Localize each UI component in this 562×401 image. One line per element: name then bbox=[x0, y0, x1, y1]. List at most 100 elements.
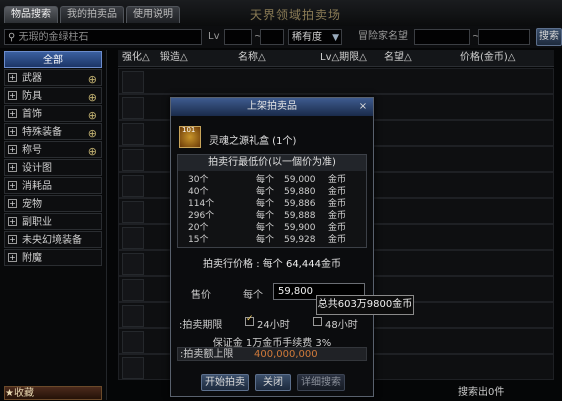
seller-max-input[interactable] bbox=[478, 29, 530, 45]
item-slot bbox=[122, 201, 144, 223]
price-row-currency: 金币 bbox=[328, 175, 347, 185]
sidebar-category-label: 未央幻境装备 bbox=[22, 235, 82, 246]
sidebar-category-label: 设计图 bbox=[22, 163, 52, 174]
sidebar-category[interactable]: + 副职业 bbox=[4, 213, 102, 230]
sidebar-category[interactable]: + 设计图 bbox=[4, 159, 102, 176]
search-button[interactable]: 搜索 bbox=[536, 28, 562, 46]
close-icon[interactable]: × bbox=[357, 100, 369, 113]
price-row-currency: 金币 bbox=[328, 187, 347, 197]
sidebar-category[interactable]: + 宠物 bbox=[4, 195, 102, 212]
sidebar-category-label: 附魔 bbox=[22, 253, 42, 264]
price-row: 40个 每个 59,880 金币 bbox=[178, 186, 366, 198]
expand-icon[interactable]: + bbox=[8, 73, 17, 82]
magnifier-icon[interactable]: ⊕ bbox=[88, 125, 97, 142]
duration-48h-checkbox[interactable] bbox=[313, 317, 322, 326]
seller-label: 冒险家名望 bbox=[358, 31, 408, 42]
chevron-down-icon: ▼ bbox=[332, 33, 339, 43]
expand-icon[interactable]: + bbox=[8, 91, 17, 100]
price-row-unit: 每个 bbox=[256, 175, 275, 185]
expand-icon[interactable]: + bbox=[8, 253, 17, 262]
expand-icon[interactable]: + bbox=[8, 109, 17, 118]
magnifier-icon[interactable]: ⊕ bbox=[88, 107, 97, 124]
item-slot bbox=[122, 149, 144, 171]
magnifier-icon[interactable]: ⊕ bbox=[88, 71, 97, 88]
tab-item-search[interactable]: 物品搜索 bbox=[4, 6, 58, 23]
lowest-price-header: 拍卖行最低价(以一個价为准) bbox=[178, 155, 366, 171]
results-table-header: 强化△ 锻造△ 名称△ Lv△期限△ 名望△ 价格(金币)△ bbox=[118, 50, 554, 67]
price-row-unit: 每个 bbox=[256, 235, 275, 245]
item-slot bbox=[122, 279, 144, 301]
price-row-price: 59,928 bbox=[284, 235, 316, 245]
per-unit-label: 每个 bbox=[243, 290, 263, 301]
top-tab-bar: 物品搜索 我的拍卖品 使用说明 天界领域拍卖场 bbox=[0, 0, 562, 27]
duration-24h-checkbox[interactable] bbox=[245, 314, 254, 326]
sidebar-category[interactable]: + 未央幻境装备 bbox=[4, 231, 102, 248]
price-row-price: 59,880 bbox=[284, 187, 316, 197]
reference-price-value: 64,444 bbox=[285, 259, 321, 270]
item-slot bbox=[122, 175, 144, 197]
rarity-dropdown[interactable]: 稀有度 ▼ bbox=[288, 29, 342, 45]
sidebar-category-label: 称号 bbox=[22, 145, 42, 156]
price-row-qty: 30个 bbox=[188, 175, 209, 185]
sidebar-category-label: 宠物 bbox=[22, 199, 42, 210]
reference-price: 拍卖行价格 : 每个 64,444金币 bbox=[171, 255, 373, 270]
category-all[interactable]: 全部 bbox=[4, 51, 102, 68]
item-level: 101 bbox=[182, 126, 196, 134]
expand-icon[interactable]: + bbox=[8, 217, 17, 226]
price-row: 114个 每个 59,886 金币 bbox=[178, 198, 366, 210]
expand-icon[interactable]: + bbox=[8, 235, 17, 244]
col-lv-duration[interactable]: Lv△期限△ bbox=[320, 50, 367, 66]
tab-instructions[interactable]: 使用说明 bbox=[126, 6, 180, 23]
price-row-price: 59,886 bbox=[284, 199, 316, 209]
expand-icon[interactable]: + bbox=[8, 127, 17, 136]
window-title: 天界领域拍卖场 bbox=[250, 8, 342, 22]
lv-min-input[interactable] bbox=[224, 29, 252, 45]
reference-price-unit: 金币 bbox=[320, 259, 341, 270]
magnifier-icon[interactable]: ⊕ bbox=[88, 143, 97, 160]
sidebar-category[interactable]: + 附魔 bbox=[4, 249, 102, 266]
price-row-qty: 15个 bbox=[188, 235, 209, 245]
expand-icon[interactable]: + bbox=[8, 163, 17, 172]
price-row: 20个 每个 59,900 金币 bbox=[178, 222, 366, 234]
list-item-dialog: 上架拍卖品 × 101 灵魂之源礼盒 (1个) 拍卖行最低价(以一個价为准) 3… bbox=[170, 97, 414, 397]
favorites-tab[interactable]: ★收藏 bbox=[4, 386, 102, 400]
tab-my-auctions[interactable]: 我的拍卖品 bbox=[60, 6, 124, 23]
col-name[interactable]: 名称△ bbox=[238, 50, 266, 66]
col-fame[interactable]: 名望△ bbox=[384, 50, 412, 66]
price-row-qty: 20个 bbox=[188, 223, 209, 233]
dialog-button-row: 开始拍卖 关闭 详细搜索 bbox=[171, 374, 373, 392]
sidebar-category[interactable]: + 防具 ⊕ bbox=[4, 87, 102, 104]
col-enhance[interactable]: 强化△ bbox=[122, 50, 150, 66]
item-slot bbox=[122, 123, 144, 145]
rarity-value: 稀有度 bbox=[292, 32, 322, 43]
price-row: 15个 每个 59,928 金币 bbox=[178, 234, 366, 246]
expand-icon[interactable]: + bbox=[8, 145, 17, 154]
col-price[interactable]: 价格(金币)△ bbox=[460, 50, 516, 66]
expand-icon[interactable]: + bbox=[8, 181, 17, 190]
detail-search-button[interactable]: 详细搜索 bbox=[297, 374, 345, 391]
sidebar-category[interactable]: + 首饰 ⊕ bbox=[4, 105, 102, 122]
col-forge[interactable]: 锻造△ bbox=[160, 50, 188, 66]
table-row[interactable] bbox=[118, 68, 554, 94]
sidebar-category[interactable]: + 特殊装备 ⊕ bbox=[4, 123, 102, 140]
sidebar-category[interactable]: + 称号 ⊕ bbox=[4, 141, 102, 158]
total-price-tooltip: 总共603万9800金币 bbox=[316, 295, 414, 315]
sidebar-category[interactable]: + 武器 ⊕ bbox=[4, 69, 102, 86]
search-icon: ⚲ bbox=[8, 32, 16, 43]
keyword-input[interactable]: ⚲ 无瑕的金绿柱石 bbox=[4, 29, 202, 45]
price-row-price: 59,888 bbox=[284, 211, 316, 221]
auction-cap-row: :拍卖额上限 400,000,000 bbox=[177, 347, 367, 361]
expand-icon[interactable]: + bbox=[8, 199, 17, 208]
auction-cap-label: :拍卖额上限 bbox=[180, 349, 234, 360]
item-slot bbox=[122, 357, 144, 379]
close-button[interactable]: 关闭 bbox=[255, 374, 291, 391]
price-row-qty: 40个 bbox=[188, 187, 209, 197]
item-slot bbox=[122, 227, 144, 249]
price-row-currency: 金币 bbox=[328, 211, 347, 221]
start-auction-button[interactable]: 开始拍卖 bbox=[201, 374, 249, 391]
lv-max-input[interactable] bbox=[260, 29, 284, 45]
item-slot bbox=[122, 305, 144, 327]
magnifier-icon[interactable]: ⊕ bbox=[88, 89, 97, 106]
seller-min-input[interactable] bbox=[414, 29, 470, 45]
sidebar-category[interactable]: + 消耗品 bbox=[4, 177, 102, 194]
